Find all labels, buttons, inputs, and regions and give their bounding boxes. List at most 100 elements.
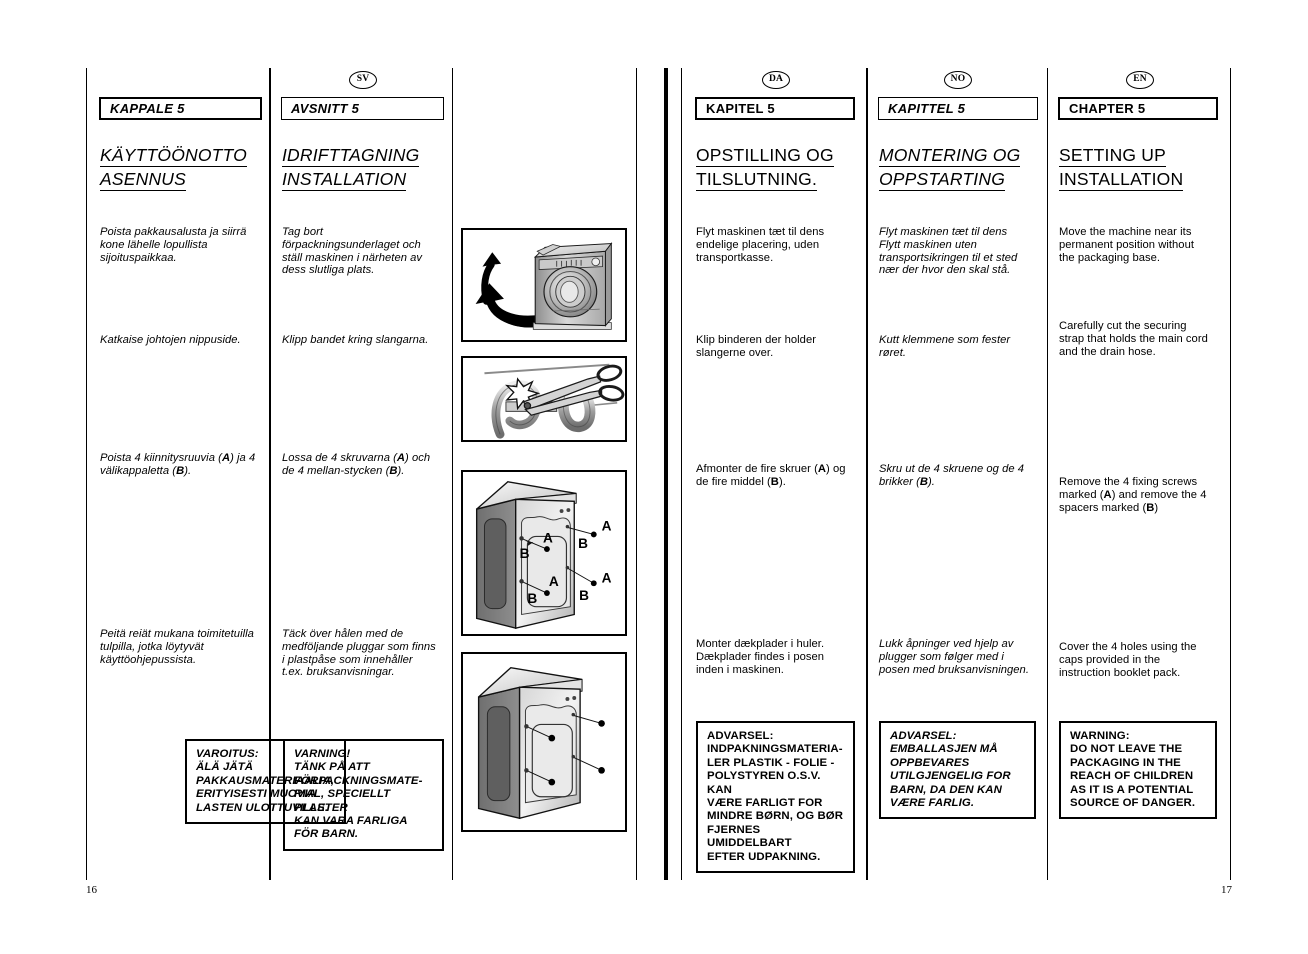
paragraph-sv-3: Lossa de 4 skruvarna (A) och de 4 mellan… bbox=[282, 452, 431, 477]
heading-line: IDRIFTTAGNING bbox=[282, 145, 420, 167]
warning-line: REACH OF CHILDREN bbox=[1070, 770, 1194, 783]
warning-line: OPPBEVARES bbox=[890, 756, 970, 769]
warning-line: BARN, DA DEN KAN bbox=[890, 783, 1002, 796]
figure-fit-caps bbox=[461, 652, 627, 832]
warning-box-da: ADVARSEL: INDPAKNINGSMATERIA- LER PLASTI… bbox=[696, 721, 855, 874]
warning-box-en: WARNING: DO NOT LEAVE THE PACKAGING IN T… bbox=[1059, 721, 1217, 820]
heading-line: MONTERING OG bbox=[879, 145, 1021, 167]
svg-text:B: B bbox=[527, 591, 537, 606]
chapter-label-sv: AVSNITT 5 bbox=[291, 101, 360, 116]
warning-line: LER PLASTIK - FOLIE - bbox=[707, 756, 835, 769]
paragraph-en-1: Move the machine near its permanent posi… bbox=[1059, 226, 1195, 264]
heading-line: SETTING UP bbox=[1059, 145, 1167, 167]
washing-machine-arrow-illustration bbox=[475, 242, 613, 330]
paragraph-da-4: Monter dækplader i huler. Dækplader find… bbox=[696, 638, 825, 676]
heading-no: MONTERING OG OPPSTARTING bbox=[879, 145, 1021, 192]
paragraph-no-2: Kutt klemmene som fester røret. bbox=[879, 334, 1011, 359]
heading-sv: IDRIFTTAGNING INSTALLATION bbox=[282, 145, 420, 192]
column-da: DA KAPITEL 5 OPSTILLING OG TILSLUTNING. … bbox=[681, 0, 866, 954]
paragraph-fi-1: Poista pakkausalusta ja siirrä kone lähe… bbox=[100, 226, 247, 264]
heading-line: TILSLUTNING. bbox=[696, 168, 818, 191]
page-number-right: 17 bbox=[1221, 884, 1232, 896]
rear-panel-caps-illustration bbox=[477, 666, 605, 820]
heading-line: INSTALLATION bbox=[1059, 168, 1184, 191]
paragraph-sv-4: Täck över hålen med de medföljande plugg… bbox=[282, 628, 436, 679]
language-badge-sv: SV bbox=[349, 71, 377, 89]
warning-line: ADVARSEL: bbox=[890, 730, 957, 742]
paragraph-da-2: Klip binderen der holder slangerne over. bbox=[696, 334, 816, 359]
warning-line: POLYSTYREN O.S.V. KAN bbox=[707, 770, 821, 796]
svg-text:B: B bbox=[579, 588, 589, 603]
heading-fi: KÄYTTÖÖNOTTO ASENNUS bbox=[100, 145, 247, 192]
column-figures: A B A B A B A B bbox=[452, 0, 636, 954]
heading-line: OPPSTARTING bbox=[879, 168, 1006, 191]
paragraph-no-4: Lukk åpninger ved hjelp av plugger som f… bbox=[879, 638, 1029, 676]
warning-line: WARNING: bbox=[1070, 730, 1130, 742]
heading-da: OPSTILLING OG TILSLUTNING. bbox=[696, 145, 834, 192]
warning-line: DO NOT LEAVE THE bbox=[1070, 743, 1183, 756]
language-badge-no: NO bbox=[944, 71, 972, 89]
warning-line: FÖRPACKNINGSMATE- bbox=[294, 774, 423, 787]
heading-en: SETTING UP INSTALLATION bbox=[1059, 145, 1184, 192]
paragraph-fi-2: Katkaise johtojen nippuside. bbox=[100, 334, 241, 346]
warning-line: VÆRE FARLIGT FOR bbox=[707, 797, 823, 810]
warning-line: FÖR BARN. bbox=[294, 828, 359, 841]
warning-box-sv: VARNING! TÄNK PÅ ATT FÖRPACKNINGSMATE- R… bbox=[283, 739, 444, 851]
chapter-box-en: CHAPTER 5 bbox=[1058, 97, 1218, 120]
chapter-label-en: CHAPTER 5 bbox=[1069, 101, 1146, 116]
figure-remove-screws: A B A B A B A B bbox=[461, 470, 627, 636]
warning-line: AS IT IS A POTENTIAL bbox=[1070, 783, 1194, 796]
svg-text:B: B bbox=[520, 546, 530, 561]
manual-spread: KAPPALE 5 KÄYTTÖÖNOTTO ASENNUS Poista pa… bbox=[0, 0, 1308, 954]
chapter-box-no: KAPITTEL 5 bbox=[878, 97, 1038, 120]
paragraph-sv-2: Klipp bandet kring slangarna. bbox=[282, 334, 429, 346]
scissors-cutting-strap-illustration bbox=[484, 363, 625, 439]
paragraph-en-4: Cover the 4 holes using the caps provide… bbox=[1059, 641, 1197, 679]
warning-line: INDPAKNINGSMATERIA- bbox=[707, 743, 843, 756]
warning-line: UTILGJENGELIG FOR bbox=[890, 770, 1011, 783]
language-badge-da: DA bbox=[762, 71, 790, 89]
svg-text:B: B bbox=[578, 536, 588, 551]
warning-line: FJERNES UMIDDELBART bbox=[707, 823, 792, 850]
svg-text:A: A bbox=[602, 570, 612, 585]
warning-box-no: ADVARSEL: EMBALLASJEN MÅ OPPBEVARES UTIL… bbox=[879, 721, 1036, 820]
column-en: EN CHAPTER 5 SETTING UP INSTALLATION Mov… bbox=[1047, 0, 1230, 954]
figure-cut-strap bbox=[461, 356, 627, 442]
chapter-label-da: KAPITEL 5 bbox=[706, 101, 775, 116]
warning-line: MINDRE BØRN, OG BØR bbox=[707, 810, 844, 823]
language-badge-en: EN bbox=[1126, 71, 1154, 89]
heading-line: INSTALLATION bbox=[282, 168, 407, 191]
chapter-box-sv: AVSNITT 5 bbox=[281, 97, 444, 120]
divider-figures-end bbox=[636, 68, 637, 880]
column-fi: KAPPALE 5 KÄYTTÖÖNOTTO ASENNUS Poista pa… bbox=[86, 0, 346, 954]
paragraph-fi-3: Poista 4 kiinnitysruuvia (A) ja 4 välika… bbox=[100, 452, 256, 477]
divider-right-edge bbox=[1230, 68, 1231, 880]
column-no: NO KAPITTEL 5 MONTERING OG OPPSTARTING F… bbox=[866, 0, 1047, 954]
column-sv: SV AVSNITT 5 IDRIFTTAGNING INSTALLATION … bbox=[269, 0, 452, 954]
chapter-box-da: KAPITEL 5 bbox=[695, 97, 855, 120]
warning-line: VÆRE FARLIG. bbox=[890, 797, 975, 810]
rear-panel-screws-illustration: A B A B A B A B bbox=[475, 481, 612, 630]
warning-line: PACKAGING IN THE bbox=[1070, 756, 1181, 769]
warning-line: TÄNK PÅ ATT bbox=[294, 761, 370, 774]
svg-text:A: A bbox=[602, 519, 612, 534]
paragraph-da-1: Flyt maskinen tæt til dens endelige plac… bbox=[696, 226, 825, 264]
paragraph-no-3: Skru ut de 4 skruene og de 4 brikker (B)… bbox=[879, 463, 1025, 488]
chapter-label-fi: KAPPALE 5 bbox=[110, 101, 185, 116]
paragraph-sv-1: Tag bort förpackningsunderlaget och stäl… bbox=[282, 226, 423, 277]
figure-move-machine bbox=[461, 228, 627, 342]
svg-text:A: A bbox=[543, 530, 553, 545]
paragraph-fi-4: Peitä reiät mukana toimitetuilla tulpill… bbox=[100, 628, 254, 666]
chapter-box-fi: KAPPALE 5 bbox=[99, 97, 262, 120]
warning-line: ADVARSEL: bbox=[707, 730, 774, 742]
warning-line: KAN VARA FARLIGA bbox=[294, 815, 408, 828]
chapter-label-no: KAPITTEL 5 bbox=[888, 101, 966, 116]
paragraph-da-3: Afmonter de fire skruer (A) og de fire m… bbox=[696, 463, 846, 488]
paragraph-en-2: Carefully cut the securing strap that ho… bbox=[1059, 320, 1208, 358]
paragraph-no-1: Flyt maskinen tæt til dens Flytt maskine… bbox=[879, 226, 1018, 277]
page-gutter bbox=[664, 68, 668, 880]
warning-line: EMBALLASJEN MÅ bbox=[890, 743, 998, 756]
svg-text:A: A bbox=[549, 574, 559, 589]
warning-line: RIAL, SPECIELLT PLASTER bbox=[294, 788, 391, 814]
heading-line: KÄYTTÖÖNOTTO bbox=[100, 145, 247, 167]
